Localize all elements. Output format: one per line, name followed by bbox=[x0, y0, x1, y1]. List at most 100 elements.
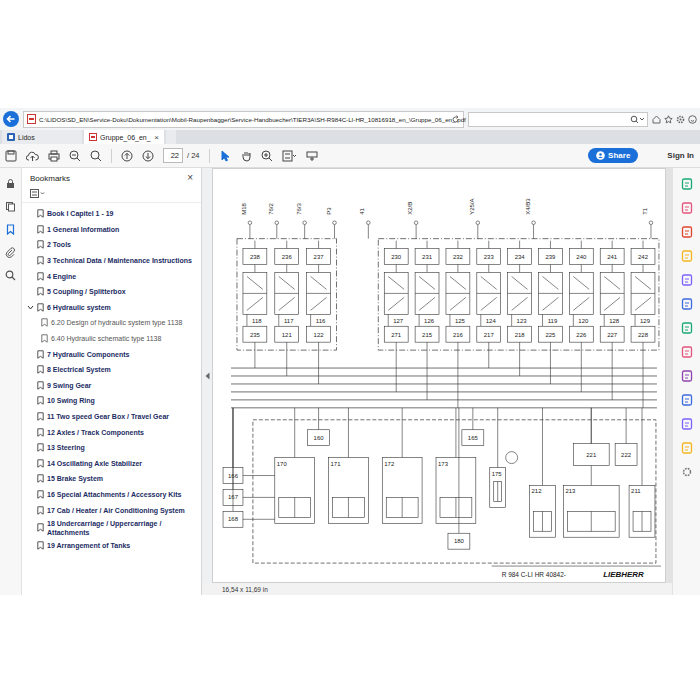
tool-icon[interactable] bbox=[681, 250, 693, 262]
port: X2/B bbox=[407, 202, 418, 239]
bookmark-label: 11 Two speed Gear Box / Travel Gear bbox=[47, 412, 169, 421]
tool-icon[interactable] bbox=[681, 274, 693, 286]
bookmark-item[interactable]: 10 Swing Ring bbox=[22, 393, 201, 409]
zoom-out-icon[interactable] bbox=[69, 150, 81, 162]
bookmark-item[interactable]: Book I Capitel 1 - 19 bbox=[22, 206, 201, 222]
bookmark-item[interactable]: 15 Brake System bbox=[22, 471, 201, 487]
hydraulic-schematic: M1876/276/3P341X2/BY25/AX4/B3T1238118235… bbox=[213, 169, 665, 582]
tool-icon[interactable] bbox=[681, 442, 693, 454]
rail-button[interactable] bbox=[5, 246, 17, 258]
sign-in-link[interactable]: Sign In bbox=[667, 151, 694, 160]
more-tools-icon[interactable] bbox=[306, 150, 318, 162]
bookmarks-title: Bookmarks bbox=[30, 174, 70, 183]
tool-icon[interactable] bbox=[681, 370, 693, 382]
next-page-icon[interactable] bbox=[142, 150, 154, 162]
bookmark-item[interactable]: 9 Swing Gear bbox=[22, 378, 201, 394]
collapse-arrow-icon bbox=[205, 372, 210, 380]
bookmark-item[interactable]: 1 General Information bbox=[22, 222, 201, 238]
back-button[interactable] bbox=[3, 111, 19, 127]
margin bbox=[0, 0, 700, 108]
tool-icon[interactable] bbox=[681, 178, 693, 190]
tool-icon[interactable] bbox=[681, 394, 693, 406]
search-icon[interactable] bbox=[90, 150, 102, 162]
bookmark-child-item[interactable]: 6.20 Design of hydraulic system type 113… bbox=[22, 315, 201, 331]
svg-text:226: 226 bbox=[576, 332, 587, 338]
new-tab-button[interactable] bbox=[166, 130, 176, 144]
search-dropdown-icon[interactable] bbox=[630, 115, 644, 124]
tool-icon[interactable] bbox=[681, 202, 693, 214]
star-icon[interactable] bbox=[664, 115, 673, 124]
chevron-down-icon[interactable] bbox=[27, 304, 34, 311]
bookmark-item[interactable]: 16 Special Attachments / Accessory Kits bbox=[22, 487, 201, 503]
smiley-icon[interactable] bbox=[688, 115, 697, 124]
bookmark-item[interactable]: 11 Two speed Gear Box / Travel Gear bbox=[22, 409, 201, 425]
bookmark-item[interactable]: 4 Engine bbox=[22, 268, 201, 284]
bookmark-item[interactable]: 7 Hydraulic Components bbox=[22, 346, 201, 362]
bookmark-icon bbox=[37, 350, 44, 359]
bookmark-label: Book I Capitel 1 - 19 bbox=[47, 209, 114, 218]
previous-page-icon[interactable] bbox=[121, 150, 133, 162]
bookmark-item[interactable]: 8 Electrical System bbox=[22, 362, 201, 378]
bookmark-item[interactable]: 6 Hydraulic system bbox=[22, 300, 201, 316]
select-cursor-icon[interactable] bbox=[219, 150, 231, 162]
refresh-icon[interactable] bbox=[451, 115, 460, 124]
bookmark-item[interactable]: 17 Cab / Heater / Air Conditioning Syste… bbox=[22, 502, 201, 518]
url-text: C:\LIDOS\SD_EN\Service-Doku\Dokumentatio… bbox=[39, 116, 448, 123]
svg-text:215: 215 bbox=[422, 332, 433, 338]
save-icon[interactable] bbox=[5, 150, 17, 162]
rail-button[interactable] bbox=[5, 269, 17, 281]
svg-text:T1: T1 bbox=[642, 207, 648, 215]
bookmark-item[interactable]: 19 Arrangement of Tanks bbox=[22, 538, 201, 554]
search-field[interactable] bbox=[468, 112, 648, 127]
bookmark-label: 2 Tools bbox=[47, 240, 71, 249]
svg-text:124: 124 bbox=[486, 318, 497, 324]
bookmark-child-item[interactable]: 6.40 Hydraulic schematic type 1138 bbox=[22, 331, 201, 347]
tab[interactable]: Lidos bbox=[2, 130, 82, 144]
gear-icon[interactable] bbox=[676, 115, 685, 124]
tool-icon[interactable] bbox=[681, 418, 693, 430]
options-menu-icon[interactable] bbox=[30, 189, 46, 198]
bookmark-item[interactable]: 5 Coupling / Splitterbox bbox=[22, 284, 201, 300]
bookmark-item[interactable]: 13 Steering bbox=[22, 440, 201, 456]
tool-icon[interactable] bbox=[681, 322, 693, 334]
page-count: / 24 bbox=[187, 151, 200, 160]
home-icon[interactable] bbox=[652, 115, 661, 124]
bookmark-item[interactable]: 3 Technical Data / Maintenance Instructi… bbox=[22, 253, 201, 269]
bookmark-item[interactable]: 12 Axles / Track Components bbox=[22, 424, 201, 440]
port: 76/3 bbox=[296, 202, 307, 238]
url-field[interactable]: C:\LIDOS\SD_EN\Service-Doku\Dokumentatio… bbox=[23, 111, 464, 128]
share-button[interactable]: Share bbox=[588, 148, 638, 163]
hand-tool-icon[interactable] bbox=[240, 150, 252, 162]
bookmark-item[interactable]: 2 Tools bbox=[22, 237, 201, 253]
print-icon[interactable] bbox=[48, 150, 60, 162]
svg-text:234: 234 bbox=[515, 254, 526, 260]
tab[interactable]: Gruppe_06_en_ × bbox=[84, 130, 164, 144]
fit-page-icon[interactable] bbox=[282, 150, 297, 162]
svg-text:217: 217 bbox=[484, 332, 495, 338]
tool-icon[interactable] bbox=[681, 346, 693, 358]
bookmark-item[interactable]: 18 Undercarriage / Uppercarriage / Attac… bbox=[22, 518, 201, 538]
port: 76/2 bbox=[268, 202, 279, 238]
settings-icon[interactable] bbox=[681, 466, 693, 478]
valve-section bbox=[539, 241, 563, 384]
close-panel-button[interactable]: × bbox=[187, 173, 193, 183]
svg-text:171: 171 bbox=[331, 461, 342, 467]
svg-text:173: 173 bbox=[438, 461, 449, 467]
zoom-in-icon[interactable] bbox=[261, 150, 273, 162]
svg-text:120: 120 bbox=[578, 318, 589, 324]
tool-icon[interactable] bbox=[681, 298, 693, 310]
rail-button[interactable] bbox=[5, 177, 17, 189]
hydraulic-component bbox=[223, 408, 275, 527]
tab-close-button[interactable]: × bbox=[154, 133, 159, 142]
svg-text:126: 126 bbox=[424, 318, 435, 324]
bookmark-icon bbox=[37, 303, 44, 312]
svg-text:170: 170 bbox=[277, 461, 288, 467]
viewer-body: Bookmarks × Book I Capitel 1 - 19 1 Gene… bbox=[0, 168, 700, 595]
tool-icon[interactable] bbox=[681, 226, 693, 238]
rail-button[interactable] bbox=[5, 223, 17, 235]
bookmark-item[interactable]: 14 Oscillating Axle Stabilizer bbox=[22, 456, 201, 472]
rail-button[interactable] bbox=[5, 200, 17, 212]
page-number-field[interactable]: 22 bbox=[163, 148, 183, 163]
panel-collapse-handle[interactable] bbox=[202, 168, 212, 583]
cloud-upload-icon[interactable] bbox=[26, 150, 39, 162]
